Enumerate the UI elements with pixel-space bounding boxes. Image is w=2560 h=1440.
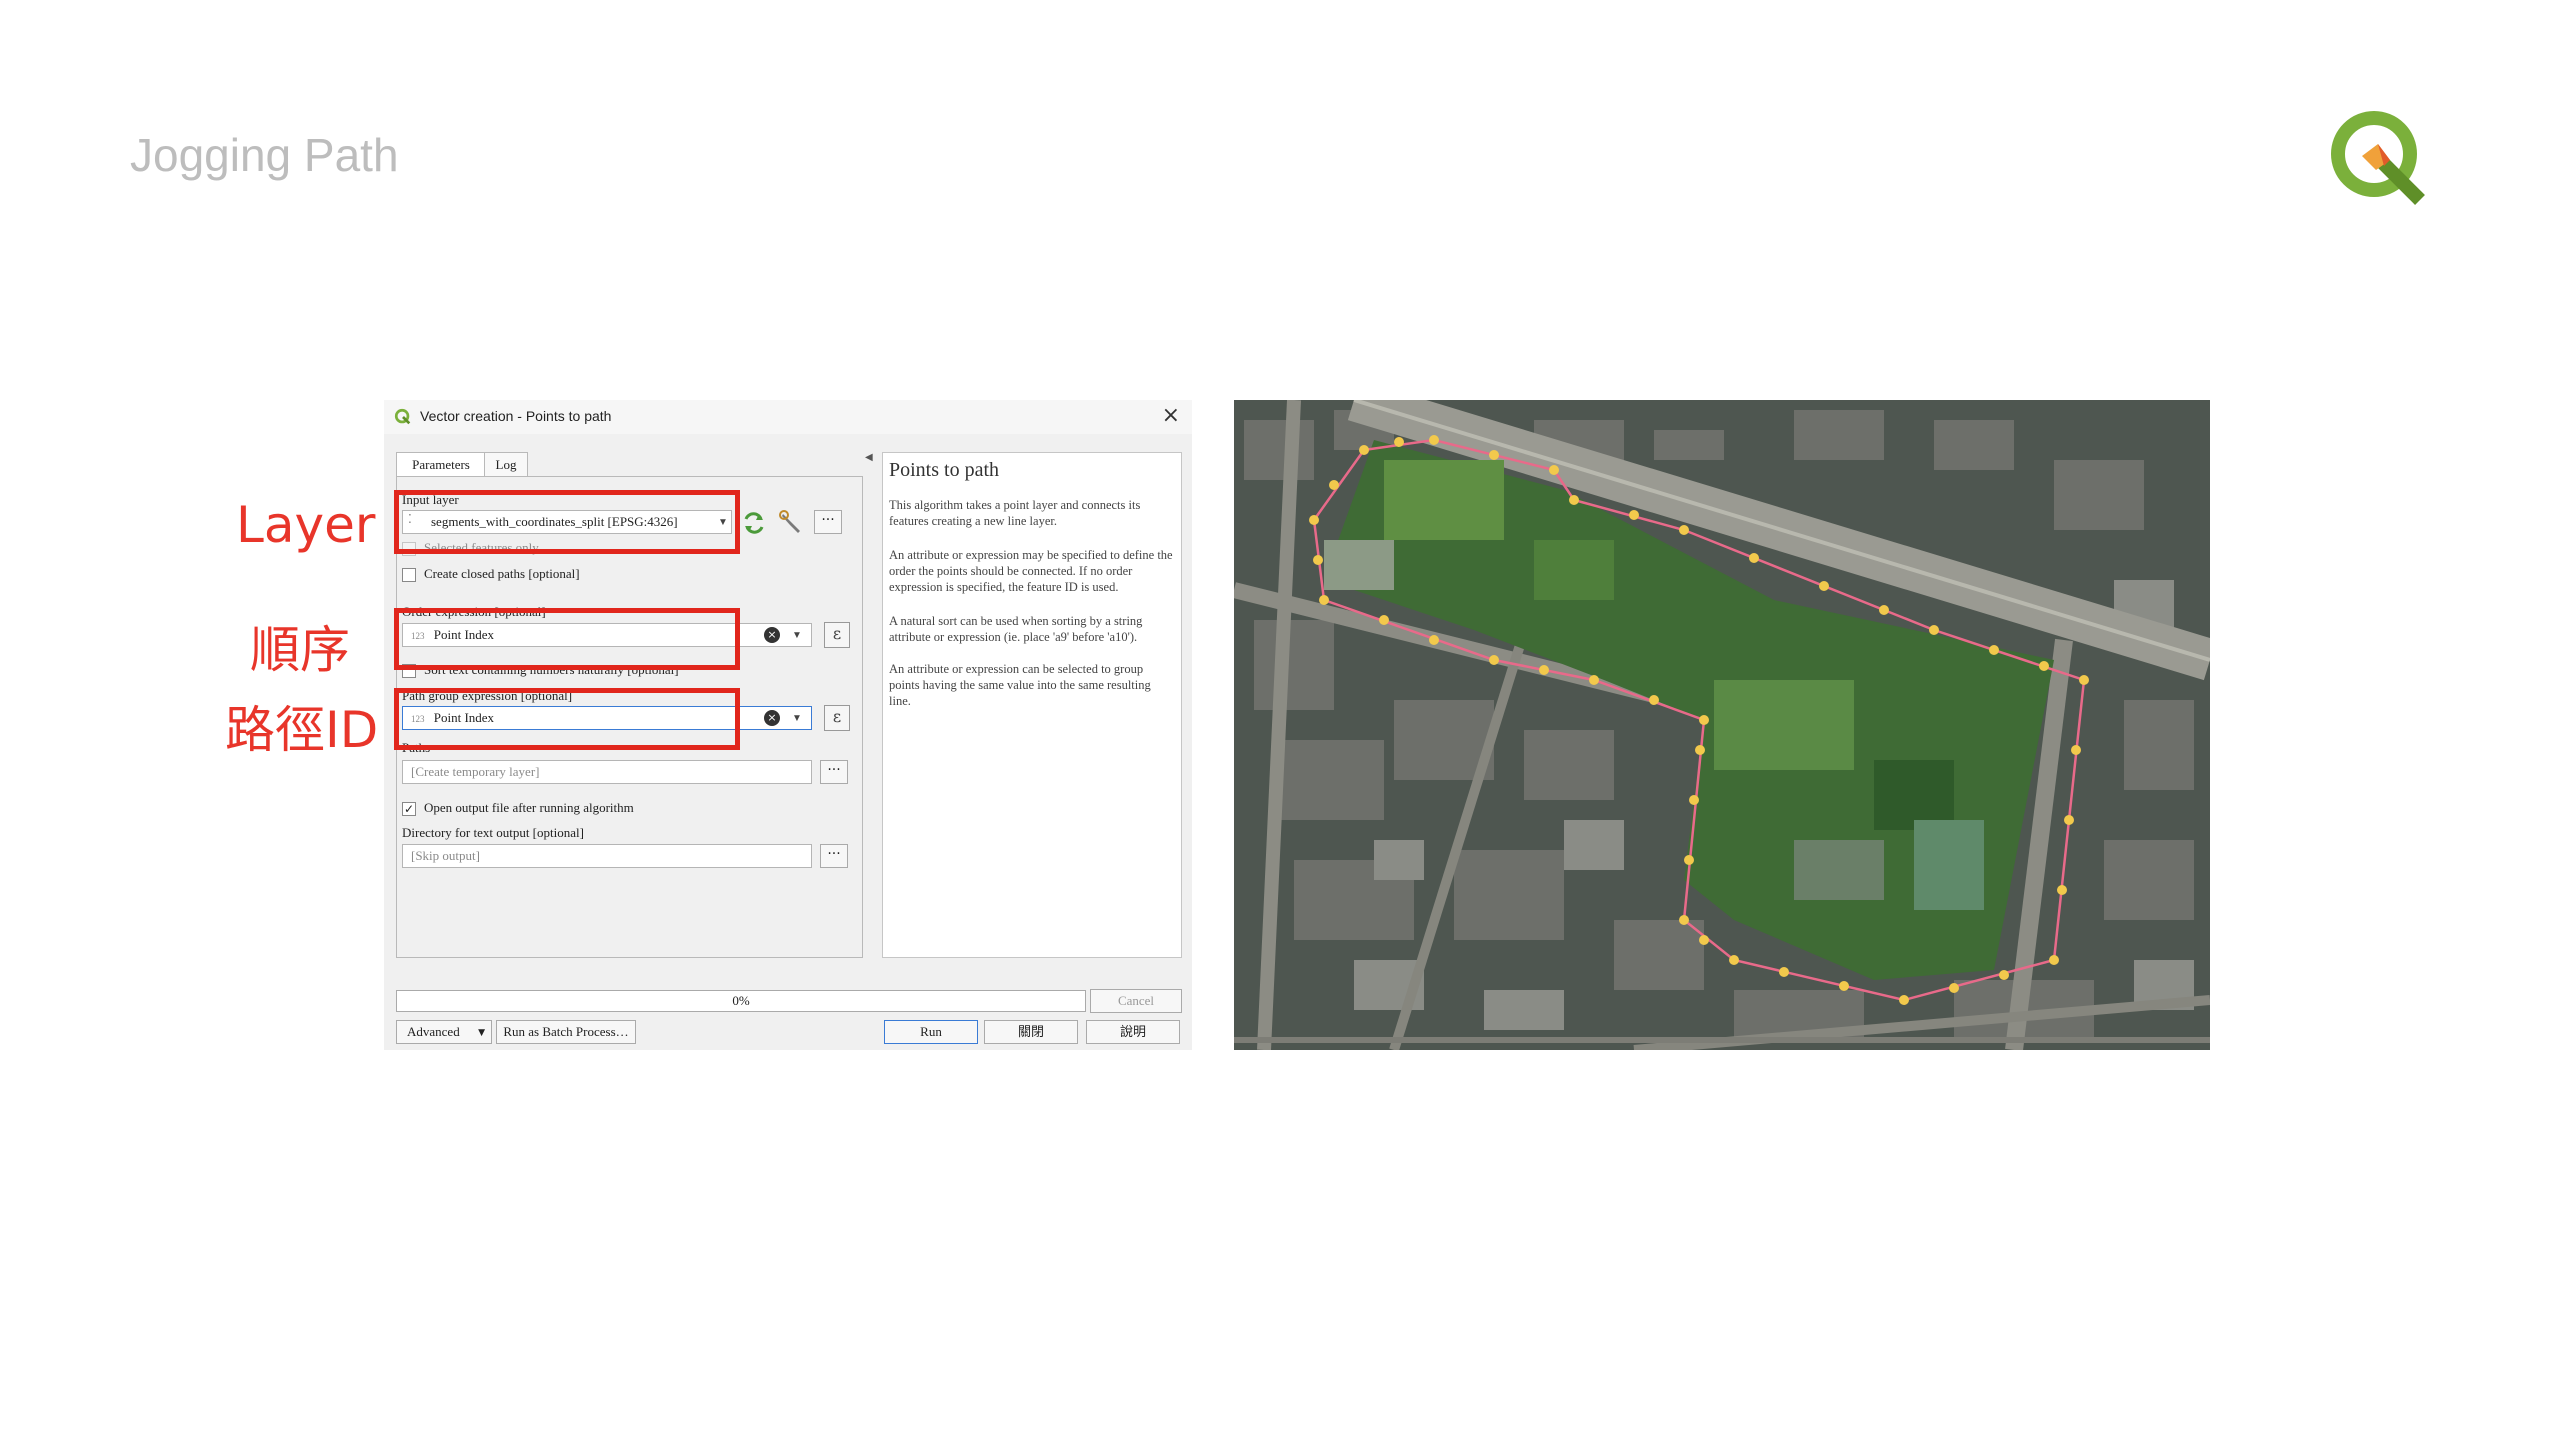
highlight-input-layer [394, 490, 740, 554]
help-title: Points to path [889, 459, 1000, 481]
help-paragraph: An attribute or expression can be select… [889, 662, 1151, 708]
help-paragraph: A natural sort can be used when sorting … [889, 614, 1143, 644]
cancel-button[interactable]: Cancel [1090, 989, 1182, 1013]
clear-order-icon[interactable]: × [764, 627, 780, 643]
paths-output-button[interactable]: ··· [820, 760, 848, 784]
clear-group-icon[interactable]: × [764, 710, 780, 726]
tab-parameters[interactable]: Parameters [396, 452, 486, 477]
annotation-layer: Layer [236, 496, 376, 554]
satellite-map [1234, 400, 2210, 1050]
progress-bar: 0% [396, 990, 1086, 1012]
close-button[interactable]: 關閉 [984, 1020, 1078, 1044]
dialog-titlebar: Vector creation - Points to path × [384, 400, 1192, 434]
order-expression-button[interactable]: ε [824, 622, 850, 648]
group-expression-button[interactable]: ε [824, 705, 850, 731]
iterate-icon[interactable] [741, 510, 767, 536]
advanced-button[interactable]: Advanced ▼ [396, 1020, 492, 1044]
chevron-down-icon[interactable]: ▼ [792, 713, 802, 724]
closed-paths-label: Create closed paths [optional] [424, 566, 580, 581]
help-paragraph: This algorithm takes a point layer and c… [889, 498, 1141, 528]
text-output-dir-label: Directory for text output [optional] [402, 825, 584, 840]
chevron-down-icon: ▼ [478, 1028, 485, 1038]
annotation-order: 順序 [250, 621, 350, 679]
help-button[interactable]: 說明 [1086, 1020, 1180, 1044]
close-icon[interactable]: × [1162, 403, 1180, 428]
slide-title: Jogging Path [130, 129, 399, 181]
closed-paths-checkbox[interactable] [402, 568, 416, 582]
text-output-dir-field[interactable]: [Skip output] [402, 844, 812, 868]
qgis-app-icon [394, 408, 411, 425]
dialog-title: Vector creation - Points to path [420, 408, 612, 424]
collapse-arrow-icon[interactable]: ◀ [865, 452, 873, 463]
text-output-dir-button[interactable]: ··· [820, 844, 848, 868]
help-panel: Points to path This algorithm takes a po… [882, 452, 1182, 958]
wrench-icon[interactable] [778, 510, 804, 536]
annotation-path-id: 路徑ID [225, 701, 379, 759]
run-batch-button[interactable]: Run as Batch Process… [496, 1020, 636, 1044]
run-button[interactable]: Run [884, 1020, 978, 1044]
open-output-checkbox[interactable]: ✓ [402, 802, 416, 816]
highlight-group-expression [394, 688, 740, 750]
paths-output-field[interactable]: [Create temporary layer] [402, 760, 812, 784]
highlight-order-expression [394, 608, 740, 670]
chevron-down-icon[interactable]: ▼ [792, 630, 802, 641]
help-paragraph: An attribute or expression may be specif… [889, 548, 1173, 594]
input-layer-options-button[interactable]: ··· [814, 510, 842, 534]
tab-log[interactable]: Log [484, 452, 528, 477]
qgis-logo [2331, 111, 2425, 205]
open-output-label: Open output file after running algorithm [424, 800, 634, 815]
